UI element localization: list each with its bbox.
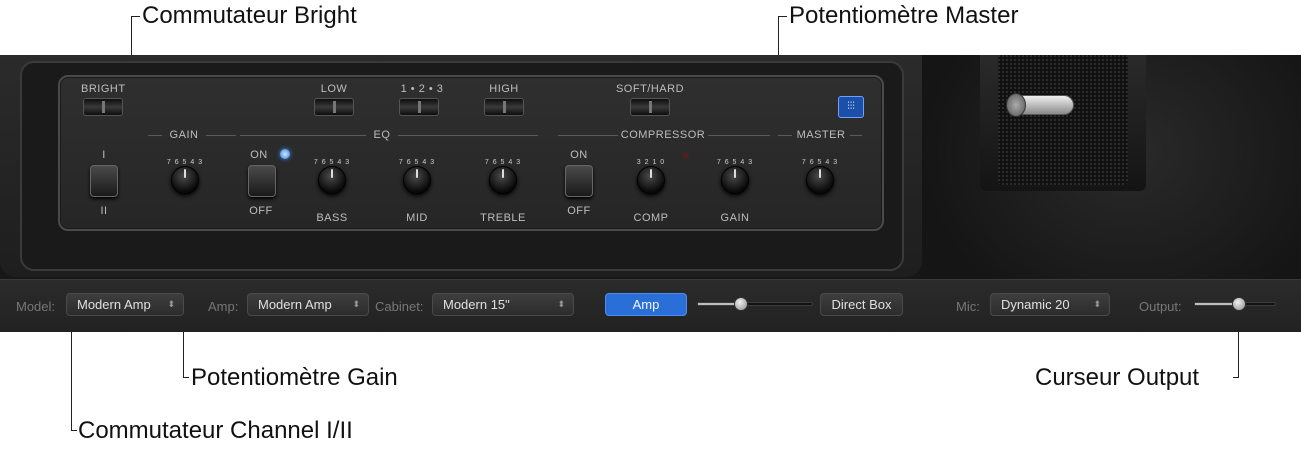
mid-label: MID <box>406 212 428 224</box>
master-knob[interactable]: 7 6 5 4 3 <box>795 155 845 205</box>
bass-label: BASS <box>316 212 348 224</box>
blend-slider-knob[interactable] <box>734 297 748 311</box>
bright-switch[interactable] <box>83 98 123 116</box>
mic-value: Dynamic 20 <box>1001 297 1070 312</box>
leader-gain-h <box>183 377 189 378</box>
eq-section-line-right <box>398 135 538 136</box>
comp-knob-dial <box>637 166 665 194</box>
comp-led <box>682 152 689 159</box>
compressor-line-left <box>558 135 618 136</box>
eq-on-led <box>280 149 290 159</box>
callout-bright-switch: Commutateur Bright <box>142 2 357 29</box>
amp-model-value: Modern Amp <box>258 297 332 312</box>
eq-off-label: OFF <box>249 205 273 217</box>
speaker-grille <box>998 55 1128 185</box>
cabinet-select[interactable]: Modern 15" ⬍ <box>432 293 574 316</box>
microphone-head <box>1006 93 1026 117</box>
mic-select[interactable]: Dynamic 20 ⬍ <box>990 293 1110 316</box>
gain-section-label: GAIN <box>169 129 199 141</box>
callout-output-slider: Curseur Output <box>1035 364 1200 391</box>
treble-label: TREBLE <box>480 212 526 224</box>
channel-label-i: I <box>102 149 106 161</box>
treble-knob-dial <box>489 166 517 194</box>
amp-head: BRIGHT LOW 1 • 2 • 3 HIGH SOFT/HARD ⫶⫶⫶ … <box>0 55 922 277</box>
graphic-eq-button[interactable]: ⫶⫶⫶ <box>838 96 864 118</box>
bright-label: BRIGHT <box>81 83 126 95</box>
comp-off-label: OFF <box>567 205 591 217</box>
channel-label-ii: II <box>100 205 108 217</box>
high-label: HIGH <box>489 83 519 95</box>
eq-section-line-left <box>240 135 366 136</box>
compressor-section-label: COMPRESSOR <box>620 129 706 141</box>
amp-model-label: Amp: <box>208 299 239 314</box>
cabinet-value: Modern 15" <box>443 297 510 312</box>
comp-label: COMP <box>633 212 669 224</box>
high-switch[interactable] <box>484 98 524 116</box>
comp-on-label: ON <box>570 149 588 161</box>
softhard-switch[interactable] <box>630 98 670 116</box>
chevron-updown-icon: ⬍ <box>352 299 360 309</box>
amp-button[interactable]: Amp <box>605 293 687 316</box>
bass-amp-plugin: BRIGHT LOW 1 • 2 • 3 HIGH SOFT/HARD ⫶⫶⫶ … <box>0 55 1301 332</box>
leader-bright <box>131 16 140 17</box>
direct-box-button[interactable]: Direct Box <box>820 293 903 316</box>
leader-master <box>778 16 787 17</box>
leader-output-h <box>1233 377 1239 378</box>
eq-on-off-switch[interactable] <box>248 165 276 197</box>
callout-gain-knob: Potentiomètre Gain <box>191 364 398 391</box>
model-value: Modern Amp <box>77 297 151 312</box>
channel-switch[interactable] <box>90 165 118 197</box>
bottom-control-bar: Model: Modern Amp ⬍ Amp: Modern Amp ⬍ Ca… <box>0 279 1301 332</box>
mid-knob-dial <box>403 166 431 194</box>
comp-gain-knob-dial <box>721 166 749 194</box>
mode-switch[interactable] <box>399 98 439 116</box>
comp-gain-label: GAIN <box>720 212 750 224</box>
master-knob-dial <box>806 166 834 194</box>
master-line-right <box>850 135 862 136</box>
bass-knob-dial <box>318 166 346 194</box>
chevron-updown-icon: ⬍ <box>1093 299 1101 309</box>
comp-on-off-switch[interactable] <box>565 165 593 197</box>
treble-knob[interactable]: 7 6 5 4 3 <box>478 155 528 205</box>
output-slider-knob[interactable] <box>1232 297 1246 311</box>
eq-section-label: EQ <box>373 129 391 141</box>
cabinet-label: Cabinet: <box>375 299 424 314</box>
gain-section-line-right <box>206 135 236 136</box>
softhard-label: SOFT/HARD <box>615 83 685 95</box>
comp-gain-knob[interactable]: 7 6 5 4 3 <box>710 155 760 205</box>
callout-master-knob: Potentiomètre Master <box>789 2 1019 29</box>
leader-channel-h <box>71 430 77 431</box>
speaker-cabinet <box>980 55 1146 191</box>
gain-knob-dial <box>171 166 199 194</box>
callout-channel-switch: Commutateur Channel I/II <box>78 417 353 444</box>
master-section-label: MASTER <box>796 129 846 141</box>
amp-directbox-blend-slider[interactable] <box>697 302 813 306</box>
mode-label: 1 • 2 • 3 <box>400 83 444 95</box>
chevron-updown-icon: ⬍ <box>167 299 175 309</box>
compressor-line-right <box>708 135 770 136</box>
bass-knob[interactable]: 7 6 5 4 3 <box>307 155 357 205</box>
comp-knob[interactable]: 3 2 1 0 <box>626 155 676 205</box>
low-switch[interactable] <box>314 98 354 116</box>
chevron-updown-icon: ⬍ <box>557 299 565 309</box>
graphic-eq-icon: ⫶⫶⫶ <box>847 101 855 112</box>
amp-model-select[interactable]: Modern Amp ⬍ <box>247 293 369 316</box>
gain-section-line-left <box>148 135 162 136</box>
mic-label: Mic: <box>956 299 980 314</box>
amp-faceplate: BRIGHT LOW 1 • 2 • 3 HIGH SOFT/HARD ⫶⫶⫶ … <box>58 75 884 231</box>
model-select[interactable]: Modern Amp ⬍ <box>66 293 184 316</box>
output-label: Output: <box>1139 299 1182 314</box>
mid-knob[interactable]: 7 6 5 4 3 <box>392 155 442 205</box>
gain-knob[interactable]: 7 6 5 4 3 <box>160 155 210 205</box>
master-line-left <box>778 135 792 136</box>
model-label: Model: <box>16 299 56 314</box>
eq-on-label: ON <box>250 149 268 161</box>
low-label: LOW <box>320 83 348 95</box>
